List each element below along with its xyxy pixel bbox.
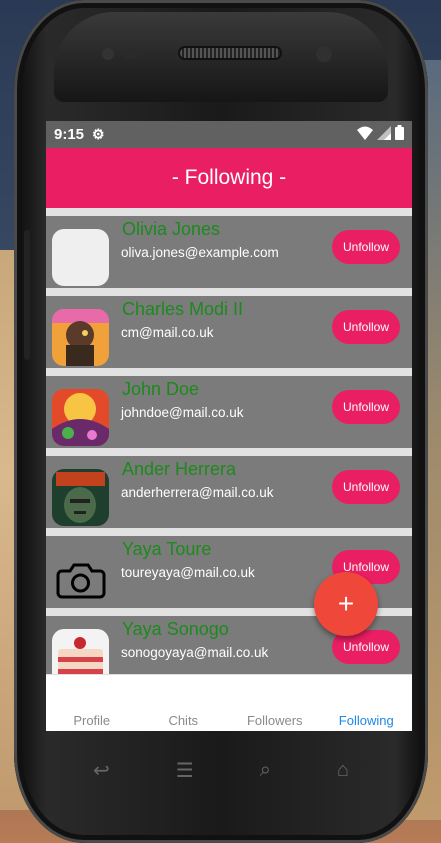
list-item[interactable]: Olivia Jones oliva.jones@example.com Unf…	[46, 216, 412, 288]
camera-icon	[52, 549, 109, 606]
search-icon[interactable]: ⌕	[260, 759, 271, 782]
wifi-icon	[357, 126, 373, 144]
tab-followers[interactable]: Followers	[229, 675, 321, 731]
user-email: toureyaya@mail.co.uk	[121, 565, 255, 580]
app-screen: 9:15 ⚙ - Following - Olivia Jones oliva.…	[46, 121, 412, 731]
sensor-icon	[122, 49, 138, 59]
hardware-nav-bar: ↩ ☰ ⌕ ⌂	[60, 750, 382, 790]
unfollow-button[interactable]: Unfollow	[332, 230, 400, 264]
home-icon[interactable]: ⌂	[337, 759, 349, 782]
unfollow-button[interactable]: Unfollow	[332, 390, 400, 424]
user-email: oliva.jones@example.com	[121, 245, 279, 260]
avatar	[52, 389, 109, 446]
tab-profile[interactable]: Profile	[46, 675, 138, 731]
list-item[interactable]: Ander Herrera anderherrera@mail.co.uk Un…	[46, 456, 412, 528]
user-name: John Doe	[122, 379, 200, 399]
bottom-nav: Profile Chits Followers Following	[46, 674, 412, 731]
tab-following[interactable]: Following	[321, 675, 413, 731]
user-name: Charles Modi II	[122, 299, 244, 319]
page-title: - Following -	[171, 166, 287, 189]
avatar	[52, 469, 109, 526]
user-email: sonogoyaya@mail.co.uk	[121, 645, 269, 660]
gear-icon: ⚙	[92, 126, 105, 142]
status-time: 9:15	[54, 126, 85, 143]
proximity-sensor-icon	[316, 46, 332, 62]
signal-icon	[377, 125, 391, 144]
user-email: cm@mail.co.uk	[121, 325, 214, 340]
avatar	[52, 629, 109, 674]
status-icons	[357, 125, 404, 144]
status-bar: 9:15 ⚙	[46, 121, 412, 148]
list-item[interactable]: John Doe johndoe@mail.co.uk Unfollow	[46, 376, 412, 448]
avatar	[52, 309, 109, 366]
list-item[interactable]: Charles Modi II cm@mail.co.uk Unfollow	[46, 296, 412, 368]
avatar	[52, 229, 109, 286]
user-name: Yaya Sonogo	[122, 619, 229, 639]
unfollow-button[interactable]: Unfollow	[332, 470, 400, 504]
user-email: johndoe@mail.co.uk	[121, 405, 244, 420]
volume-button[interactable]	[24, 230, 30, 360]
earpiece-speaker	[180, 48, 280, 58]
app-header: - Following -	[46, 148, 412, 208]
unfollow-button[interactable]: Unfollow	[332, 310, 400, 344]
battery-icon	[395, 125, 404, 144]
front-camera-icon	[102, 48, 114, 60]
tab-chits[interactable]: Chits	[138, 675, 230, 731]
user-name: Yaya Toure	[122, 539, 212, 559]
back-icon[interactable]: ↩	[93, 758, 110, 783]
user-name: Ander Herrera	[122, 459, 237, 479]
user-email: anderherrera@mail.co.uk	[121, 485, 274, 500]
add-button[interactable]: +	[314, 572, 378, 636]
menu-icon[interactable]: ☰	[176, 758, 194, 783]
user-name: Olivia Jones	[122, 219, 221, 239]
